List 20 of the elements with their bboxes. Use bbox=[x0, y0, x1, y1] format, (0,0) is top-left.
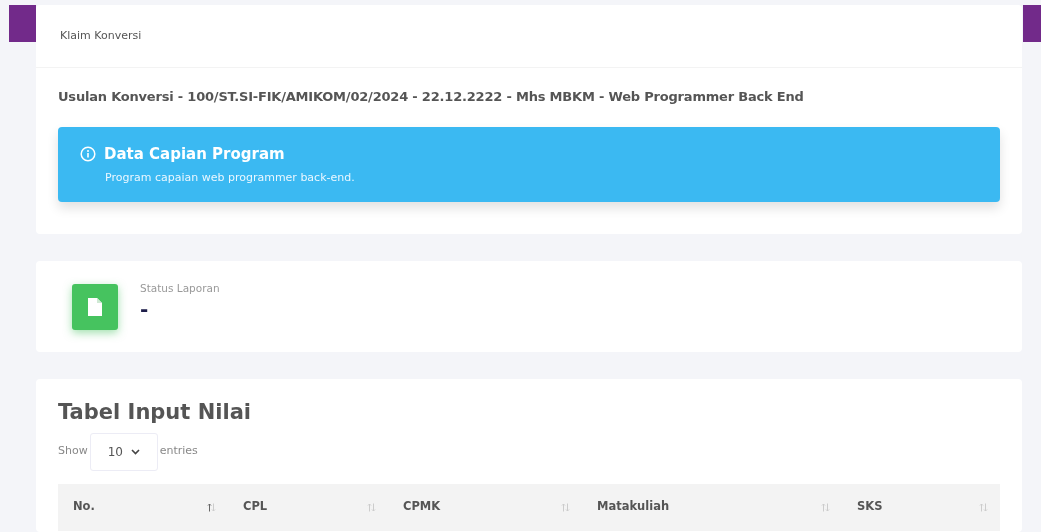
alert-title: Data Capian Program bbox=[104, 143, 285, 165]
column-header[interactable]: CPL bbox=[228, 483, 388, 531]
length-label: Show bbox=[58, 443, 88, 460]
column-header[interactable]: Matakuliah bbox=[582, 483, 842, 531]
column-header[interactable]: CPMK bbox=[388, 483, 582, 531]
document-icon bbox=[72, 283, 118, 330]
length-label: entries bbox=[159, 443, 198, 460]
column-header[interactable]: SKS bbox=[842, 483, 1000, 531]
proposal-title: Usulan Konversi - 100/ST.SI-FIK/AMIKOM/02/2024 - 22.12.2222 - Mhs MBKM - Web Programmer Back End bbox=[58, 88, 805, 106]
info-icon bbox=[80, 145, 96, 162]
sidebar-strip bbox=[1023, 5, 1041, 42]
sidebar-strip bbox=[9, 5, 36, 42]
alert-text: Program capaian web programmer back-end. bbox=[104, 170, 356, 186]
entries-select[interactable]: 10 bbox=[89, 432, 158, 471]
chevron-down-icon bbox=[130, 448, 140, 455]
column-header[interactable]: No. bbox=[58, 483, 228, 531]
status-label: Status Laporan bbox=[140, 280, 220, 296]
table-title: Tabel Input Nilai bbox=[58, 399, 252, 426]
card-header: Klaim Konversi bbox=[60, 27, 142, 44]
status-value: - bbox=[140, 296, 150, 323]
